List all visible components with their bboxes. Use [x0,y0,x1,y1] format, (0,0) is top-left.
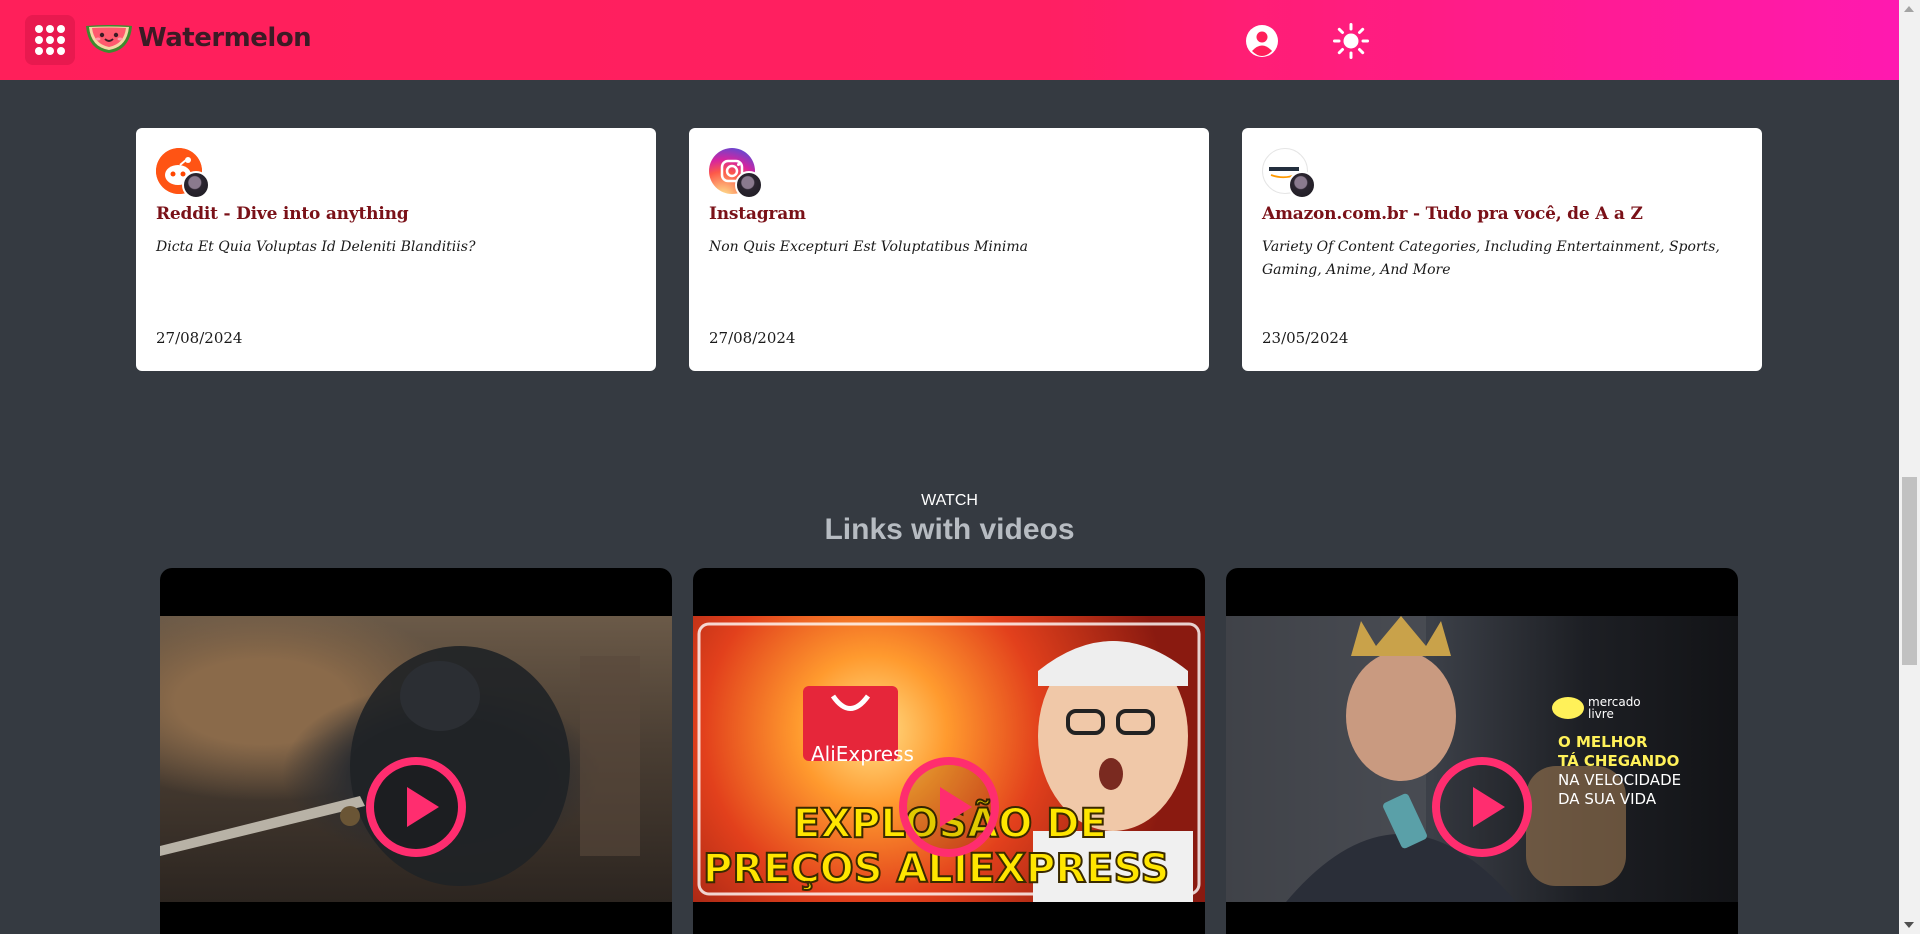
link-card[interactable]: Reddit - Dive into anything Dicta Et Qui… [136,128,656,371]
play-button[interactable] [899,757,999,857]
video-overlay-line: NA VELOCIDADE [1558,771,1682,789]
grid-dot [46,47,54,55]
page: Watermelon Reddit - Dive into anything D… [0,0,1920,934]
scrollbar-thumb[interactable] [1902,477,1917,665]
video-thumbnail: mercado livre O MELHOR TÁ CHEGANDO NA VE… [1226,616,1738,902]
section-eyebrow: WATCH [921,492,978,509]
grid-dot [46,36,54,44]
brand-name: Watermelon [138,23,312,53]
grid-dot [57,36,65,44]
video-logo-text: AliExpress [811,742,914,766]
link-title[interactable]: Instagram [709,204,1189,224]
video-card[interactable]: AliExpress EXPLOSÃO DE PREÇOS ALIEXPRESS [693,568,1205,934]
video-overlay-line: O MELHOR [1558,733,1648,751]
video-card[interactable]: mercado livre O MELHOR TÁ CHEGANDO NA VE… [1226,568,1738,934]
grid-dot [35,36,43,44]
grid-dot [35,25,43,33]
user-avatar [1288,171,1316,199]
link-description: Dicta Et Quia Voluptas Id Deleniti Bland… [156,239,476,255]
video-logo-text: mercado livre [1588,695,1641,721]
user-circle-icon[interactable] [1245,24,1279,58]
video-overlay-line: TÁ CHEGANDO [1558,752,1680,770]
link-card[interactable]: Instagram Non Quis Excepturi Est Volupta… [689,128,1209,371]
link-card[interactable]: Amazon.com.br - Tudo pra você, de A a Z … [1242,128,1762,371]
user-avatar [735,171,763,199]
link-description: Variety Of Content Categories, Including… [1262,239,1720,278]
link-title[interactable]: Reddit - Dive into anything [156,204,636,224]
top-header: Watermelon [0,0,1899,80]
link-date: 23/05/2024 [1262,329,1349,347]
brand-logo[interactable]: Watermelon [84,20,312,56]
card-icons [709,148,769,200]
video-card[interactable] [160,568,672,934]
apps-menu-button[interactable] [25,15,75,65]
watermelon-icon [86,25,132,53]
grid-dot [57,25,65,33]
link-description: Non Quis Excepturi Est Voluptatibus Mini… [709,239,1029,255]
grid-dot [35,47,43,55]
link-title[interactable]: Amazon.com.br - Tudo pra você, de A a Z [1262,204,1742,224]
section-title: Links with videos [824,513,1075,546]
video-overlay-line: DA SUA VIDA [1558,790,1657,808]
grid-dot [57,47,65,55]
video-thumbnail: AliExpress EXPLOSÃO DE PREÇOS ALIEXPRESS [693,616,1205,902]
card-icons [156,148,216,200]
video-thumbnail [160,616,672,902]
link-date: 27/08/2024 [156,329,243,347]
scroll-up-arrow-icon[interactable] [1904,6,1914,12]
scroll-down-arrow-icon[interactable] [1904,922,1914,928]
play-button[interactable] [366,757,466,857]
link-date: 27/08/2024 [709,329,796,347]
play-button[interactable] [1432,757,1532,857]
card-icons [1262,148,1322,200]
grid-dot [46,25,54,33]
user-avatar [182,171,210,199]
vertical-scrollbar[interactable] [1899,0,1920,934]
sun-icon[interactable] [1332,22,1370,60]
